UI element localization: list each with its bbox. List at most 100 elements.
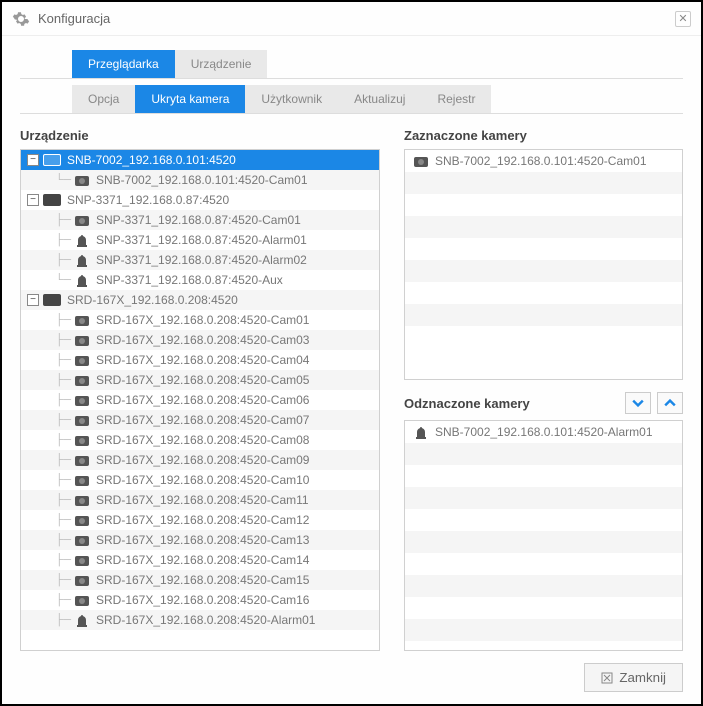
device-icon: [43, 294, 61, 306]
camera-icon: [74, 433, 90, 447]
tree-branch-icon: ├─: [51, 474, 71, 486]
tree-label: SNP-3371_192.168.0.87:4520-Cam01: [96, 213, 301, 227]
tree-label: SRD-167X_192.168.0.208:4520-Cam14: [96, 553, 309, 567]
tab-sub-2[interactable]: Użytkownik: [245, 85, 338, 113]
list-item: [405, 619, 682, 641]
tree-child-row[interactable]: ├─SRD-167X_192.168.0.208:4520-Cam04: [21, 350, 379, 370]
tab-sub-4[interactable]: Rejestr: [421, 85, 491, 113]
tab-sub-0[interactable]: Opcja: [72, 85, 135, 113]
camera-icon: [74, 333, 90, 347]
tree-child-row[interactable]: └─ SNB-7002_192.168.0.101:4520-Cam01: [21, 170, 379, 190]
tree-child-row[interactable]: ├─ SNP-3371_192.168.0.87:4520-Alarm02: [21, 250, 379, 270]
tree-branch-icon: └─: [51, 174, 71, 186]
list-item: [405, 509, 682, 531]
tree-label: SRD-167X_192.168.0.208:4520-Cam09: [96, 453, 309, 467]
tree-child-row[interactable]: ├─SNP-3371_192.168.0.87:4520-Alarm01: [21, 230, 379, 250]
tree-branch-icon: ├─: [51, 254, 71, 266]
tree-label: SRD-167X_192.168.0.208:4520: [67, 293, 238, 307]
tree-child-row[interactable]: ├─SRD-167X_192.168.0.208:4520-Alarm01: [21, 610, 379, 630]
tree-child-row[interactable]: ├─SRD-167X_192.168.0.208:4520-Cam15: [21, 570, 379, 590]
tree-branch-icon: ├─: [51, 234, 71, 246]
window-title: Konfiguracja: [38, 11, 110, 26]
tree-child-row[interactable]: ├─SRD-167X_192.168.0.208:4520-Cam09: [21, 450, 379, 470]
tree-child-row[interactable]: ├─SRD-167X_192.168.0.208:4520-Cam05: [21, 370, 379, 390]
tree-label: SNP-3371_192.168.0.87:4520: [67, 193, 229, 207]
camera-icon: [74, 473, 90, 487]
titlebar: Konfiguracja ✕: [2, 2, 701, 36]
tree-label: SRD-167X_192.168.0.208:4520-Cam11: [96, 493, 309, 507]
collapse-icon[interactable]: −: [27, 154, 39, 166]
tree-label: SRD-167X_192.168.0.208:4520-Cam03: [96, 333, 309, 347]
checked-section-title: Zaznaczone kamery: [404, 128, 683, 143]
tree-label: SRD-167X_192.168.0.208:4520-Cam05: [96, 373, 309, 387]
tree-child-row[interactable]: ├─SRD-167X_192.168.0.208:4520-Cam08: [21, 430, 379, 450]
tab-sub-1[interactable]: Ukryta kamera: [135, 85, 245, 113]
close-button[interactable]: Zamknij: [584, 663, 683, 692]
list-item[interactable]: SNB-7002_192.168.0.101:4520-Cam01: [405, 150, 682, 172]
camera-icon: [74, 553, 90, 567]
tab-top-1[interactable]: Urządzenie: [175, 50, 268, 78]
tree-child-row[interactable]: ├─SRD-167X_192.168.0.208:4520-Cam07: [21, 410, 379, 430]
tree-child-row[interactable]: ├─SRD-167X_192.168.0.208:4520-Cam13: [21, 530, 379, 550]
move-up-button[interactable]: [657, 392, 683, 414]
camera-icon: [74, 593, 90, 607]
list-item: [405, 216, 682, 238]
tree-label: SRD-167X_192.168.0.208:4520-Cam08: [96, 433, 309, 447]
tree-branch-icon: └─: [51, 274, 71, 286]
list-item[interactable]: SNB-7002_192.168.0.101:4520-Alarm01: [405, 421, 682, 443]
camera-icon: [413, 154, 429, 168]
checked-list[interactable]: SNB-7002_192.168.0.101:4520-Cam01: [404, 149, 683, 380]
list-item: [405, 304, 682, 326]
content-area: Urządzenie −SNB-7002_192.168.0.101:4520└…: [2, 114, 701, 651]
list-item-label: SNB-7002_192.168.0.101:4520-Alarm01: [435, 425, 653, 439]
tree-child-row[interactable]: ├─SRD-167X_192.168.0.208:4520-Cam10: [21, 470, 379, 490]
tree-child-row[interactable]: ├─ SNP-3371_192.168.0.87:4520-Cam01: [21, 210, 379, 230]
tree-branch-icon: ├─: [51, 334, 71, 346]
tree-branch-icon: ├─: [51, 214, 71, 226]
list-item: [405, 443, 682, 465]
camera-icon: [74, 533, 90, 547]
camera-column: Zaznaczone kamery SNB-7002_192.168.0.101…: [404, 128, 683, 651]
tree-device-row[interactable]: − SNP-3371_192.168.0.87:4520: [21, 190, 379, 210]
list-item: [405, 238, 682, 260]
camera-icon: [74, 413, 90, 427]
move-down-button[interactable]: [625, 392, 651, 414]
tab-top-0[interactable]: Przeglądarka: [72, 50, 175, 78]
tree-child-row[interactable]: ├─ SRD-167X_192.168.0.208:4520-Cam03: [21, 330, 379, 350]
list-item: [405, 465, 682, 487]
list-item: [405, 575, 682, 597]
list-item: [405, 553, 682, 575]
tab-sub-3[interactable]: Aktualizuj: [338, 85, 421, 113]
tree-child-row[interactable]: ├─SRD-167X_192.168.0.208:4520-Cam12: [21, 510, 379, 530]
collapse-icon[interactable]: −: [27, 194, 39, 206]
tree-device-row[interactable]: − SRD-167X_192.168.0.208:4520: [21, 290, 379, 310]
tree-child-row[interactable]: ├─SRD-167X_192.168.0.208:4520-Cam16: [21, 590, 379, 610]
close-icon[interactable]: ✕: [675, 11, 691, 27]
tree-branch-icon: ├─: [51, 314, 71, 326]
tree-label: SNP-3371_192.168.0.87:4520-Aux: [96, 273, 283, 287]
device-tree[interactable]: − SNB-7002_192.168.0.101:4520 └─ SNB-7002_1…: [20, 149, 380, 651]
tree-child-row[interactable]: ├─ SRD-167X_192.168.0.208:4520-Cam01: [21, 310, 379, 330]
tree-label: SNB-7002_192.168.0.101:4520-Cam01: [96, 173, 308, 187]
tree-child-row[interactable]: ├─SRD-167X_192.168.0.208:4520-Cam14: [21, 550, 379, 570]
list-item: [405, 194, 682, 216]
unchecked-section-title: Odznaczone kamery: [404, 396, 530, 411]
tree-branch-icon: ├─: [51, 354, 71, 366]
tree-child-row[interactable]: └─ SNP-3371_192.168.0.87:4520-Aux: [21, 270, 379, 290]
tree-label: SRD-167X_192.168.0.208:4520-Cam01: [96, 313, 309, 327]
tree-label: SNB-7002_192.168.0.101:4520: [67, 153, 236, 167]
tree-device-row[interactable]: − SNB-7002_192.168.0.101:4520: [21, 150, 379, 170]
tree-child-row[interactable]: ├─SRD-167X_192.168.0.208:4520-Cam06: [21, 390, 379, 410]
list-item: [405, 172, 682, 194]
tree-child-row[interactable]: ├─SRD-167X_192.168.0.208:4520-Cam11: [21, 490, 379, 510]
collapse-icon[interactable]: −: [27, 294, 39, 306]
config-dialog: Konfiguracja ✕ PrzeglądarkaUrządzenie Op…: [0, 0, 703, 706]
unchecked-list[interactable]: SNB-7002_192.168.0.101:4520-Alarm01: [404, 420, 683, 651]
list-item-label: SNB-7002_192.168.0.101:4520-Cam01: [435, 154, 647, 168]
tabs-top: PrzeglądarkaUrządzenie: [2, 36, 701, 78]
device-icon: [43, 154, 61, 166]
tree-label: SNP-3371_192.168.0.87:4520-Alarm02: [96, 253, 307, 267]
unchecked-header: Odznaczone kamery: [404, 392, 683, 414]
alarm-icon: [413, 425, 429, 439]
close-button-label: Zamknij: [619, 670, 666, 685]
